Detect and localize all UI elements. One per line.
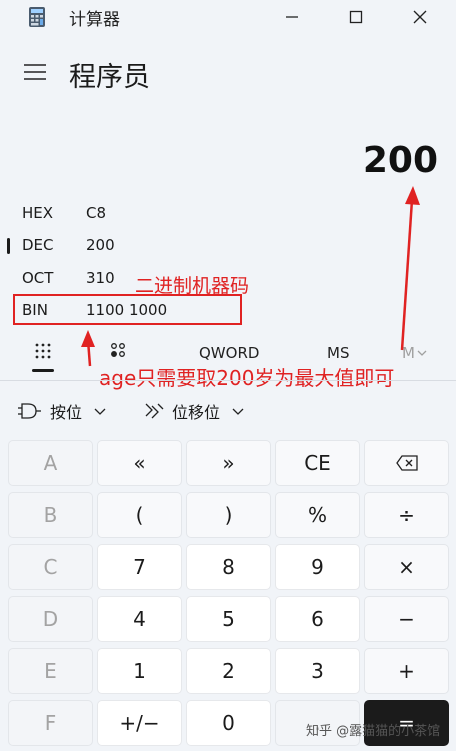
key-add[interactable]: + (364, 648, 449, 694)
calculator-app-icon (29, 7, 45, 27)
key-3[interactable]: 3 (275, 648, 360, 694)
chevron-down-icon (94, 408, 106, 415)
key-clear-entry[interactable]: CE (275, 440, 360, 486)
radix-value: 200 (86, 236, 115, 254)
key-1[interactable]: 1 (97, 648, 182, 694)
bit-shift-dropdown[interactable]: 位移位 (144, 396, 252, 426)
key-9[interactable]: 9 (275, 544, 360, 590)
keypad: A « » CE B ( ) % ÷ C 7 8 9 × D 4 5 6 − E… (8, 440, 453, 750)
memory-store-button[interactable]: MS (327, 344, 349, 362)
logic-gate-icon (18, 403, 41, 419)
radix-row-hex[interactable]: HEX C8 (0, 200, 456, 228)
radix-name: OCT (22, 269, 54, 287)
radix-name: HEX (22, 204, 54, 222)
key-subtract[interactable]: − (364, 596, 449, 642)
key-hex-a[interactable]: A (8, 440, 93, 486)
key-backspace[interactable] (364, 440, 449, 486)
key-5[interactable]: 5 (186, 596, 271, 642)
key-modulo[interactable]: % (275, 492, 360, 538)
backspace-icon (395, 455, 418, 471)
close-icon (413, 10, 427, 24)
maximize-button[interactable] (334, 2, 378, 32)
key-8[interactable]: 8 (186, 544, 271, 590)
key-hex-b[interactable]: B (8, 492, 93, 538)
mode-title: 程序员 (69, 62, 150, 93)
bit-shift-label: 位移位 (172, 403, 221, 422)
key-right-shift[interactable]: » (186, 440, 271, 486)
memory-menu-label: M (402, 344, 415, 362)
key-divide[interactable]: ÷ (364, 492, 449, 538)
bit-shift-icon (145, 403, 164, 419)
hamburger-menu-icon[interactable] (24, 64, 46, 80)
watermark: 知乎 @露猫猫的小茶馆 (306, 724, 441, 739)
bitwise-label: 按位 (50, 403, 83, 422)
key-multiply[interactable]: × (364, 544, 449, 590)
binary-annotation: 二进制机器码 (135, 275, 250, 297)
window-title: 计算器 (69, 10, 120, 30)
minimize-button[interactable] (270, 2, 314, 32)
key-open-paren[interactable]: ( (97, 492, 182, 538)
radix-value: 310 (86, 269, 115, 287)
key-hex-f[interactable]: F (8, 700, 93, 746)
radix-value: C8 (86, 204, 107, 222)
key-hex-d[interactable]: D (8, 596, 93, 642)
radix-row-dec[interactable]: DEC 200 (0, 232, 456, 260)
title-bar: 计算器 (0, 0, 456, 36)
bit-toggle-keypad-icon[interactable] (109, 342, 127, 360)
key-0[interactable]: 0 (186, 700, 271, 746)
key-left-shift[interactable]: « (97, 440, 182, 486)
chevron-down-icon (417, 350, 427, 356)
active-radix-indicator (7, 238, 10, 254)
key-7[interactable]: 7 (97, 544, 182, 590)
maximize-icon (349, 10, 363, 24)
key-close-paren[interactable]: ) (186, 492, 271, 538)
minimize-icon (286, 16, 298, 18)
divider (0, 380, 456, 381)
keypad-selected-indicator (32, 369, 54, 372)
key-6[interactable]: 6 (275, 596, 360, 642)
display-value: 200 (362, 140, 438, 181)
bin-highlight-box (13, 294, 242, 325)
key-2[interactable]: 2 (186, 648, 271, 694)
key-hex-e[interactable]: E (8, 648, 93, 694)
key-4[interactable]: 4 (97, 596, 182, 642)
radix-name: DEC (22, 236, 54, 254)
key-negate[interactable]: +/− (97, 700, 182, 746)
word-size-button[interactable]: QWORD (199, 344, 259, 362)
bitwise-dropdown[interactable]: 按位 (18, 396, 114, 426)
full-keypad-icon[interactable] (34, 342, 52, 360)
chevron-down-icon (232, 408, 244, 415)
key-hex-c[interactable]: C (8, 544, 93, 590)
close-button[interactable] (398, 2, 442, 32)
bitwise-toolbar: 按位 位移位 (0, 396, 456, 428)
memory-menu-button[interactable]: M (402, 344, 427, 362)
